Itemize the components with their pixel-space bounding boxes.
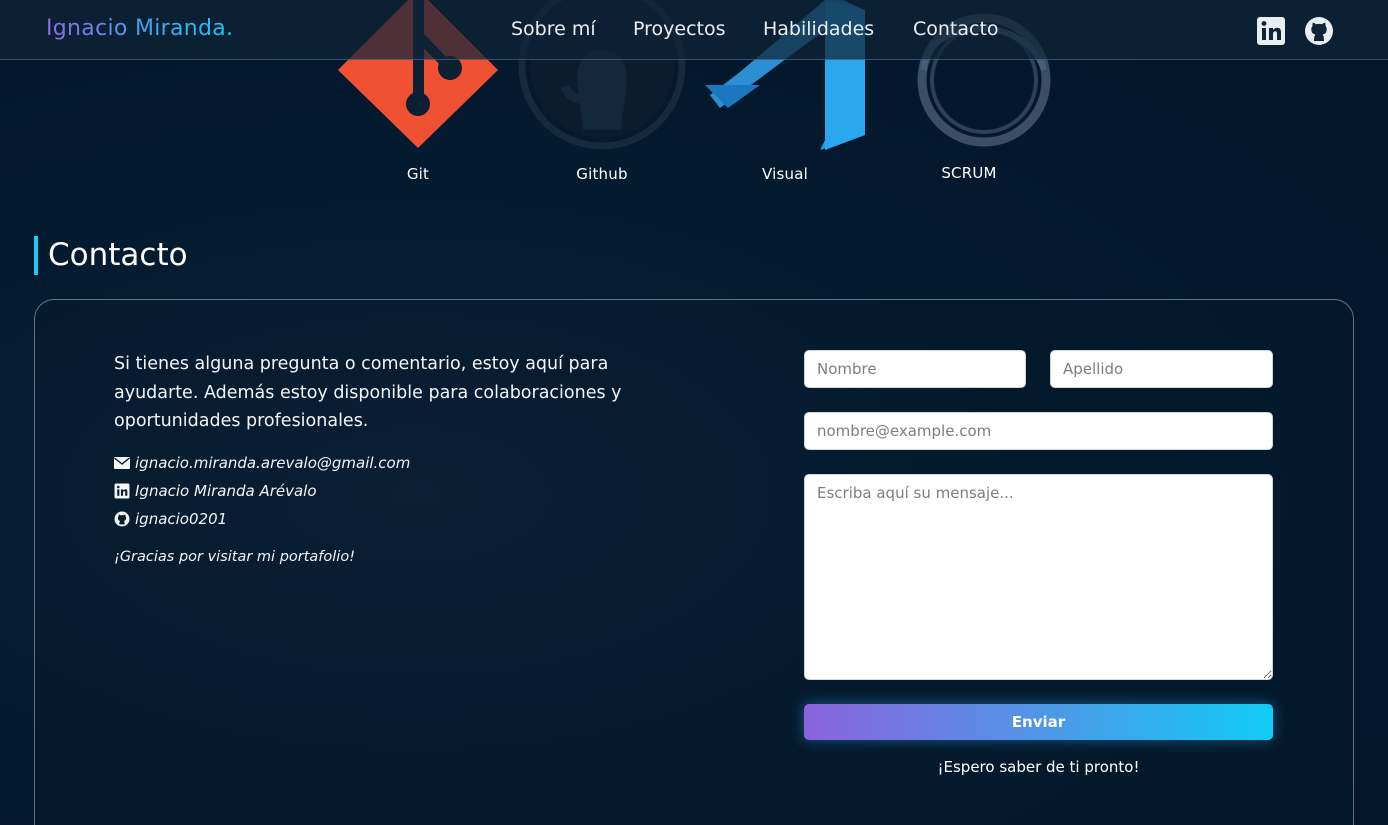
skill-label: SCRUM xyxy=(941,164,997,182)
linkedin-link[interactable] xyxy=(1256,16,1286,46)
email-input[interactable] xyxy=(804,412,1273,450)
envelope-icon xyxy=(114,457,130,469)
thanks-note: ¡Gracias por visitar mi portafolio! xyxy=(114,549,356,565)
contact-email-row[interactable]: ignacio.miranda.arevalo@gmail.com xyxy=(114,452,410,474)
contact-linkedin-row[interactable]: Ignacio Miranda Arévalo xyxy=(114,480,317,502)
contact-github[interactable]: ignacio0201 xyxy=(135,510,227,528)
nav-link-contacto[interactable]: Contacto xyxy=(913,18,999,40)
linkedin-icon xyxy=(114,483,130,499)
contact-email[interactable]: ignacio.miranda.arevalo@gmail.com xyxy=(135,454,410,472)
skill-label: Github xyxy=(576,165,628,183)
linkedin-icon xyxy=(1257,17,1285,45)
form-footer-note: ¡Espero saber de ti pronto! xyxy=(937,758,1140,776)
github-icon xyxy=(1305,17,1333,45)
contact-intro: Si tienes alguna pregunta o comentario, … xyxy=(114,354,622,431)
first-name-input[interactable] xyxy=(804,350,1026,388)
message-textarea[interactable] xyxy=(804,474,1273,680)
contact-github-row[interactable]: ignacio0201 xyxy=(114,508,227,530)
send-button[interactable]: Enviar xyxy=(804,704,1273,740)
github-icon xyxy=(114,511,130,527)
nav-link-habilidades[interactable]: Habilidades xyxy=(763,18,874,40)
skill-label: Visual xyxy=(762,165,808,183)
last-name-input[interactable] xyxy=(1050,350,1273,388)
brand-logo[interactable]: Ignacio Miranda. xyxy=(46,16,233,41)
nav-link-proyectos[interactable]: Proyectos xyxy=(633,18,726,40)
section-title-contacto: Contacto xyxy=(34,236,188,275)
contact-linkedin[interactable]: Ignacio Miranda Arévalo xyxy=(135,482,317,500)
navbar: Ignacio Miranda. Sobre mí Proyectos Habi… xyxy=(0,0,1388,60)
nav-link-sobre-mi[interactable]: Sobre mí xyxy=(511,18,596,40)
skill-label: Git xyxy=(406,165,430,183)
github-link[interactable] xyxy=(1304,16,1334,46)
